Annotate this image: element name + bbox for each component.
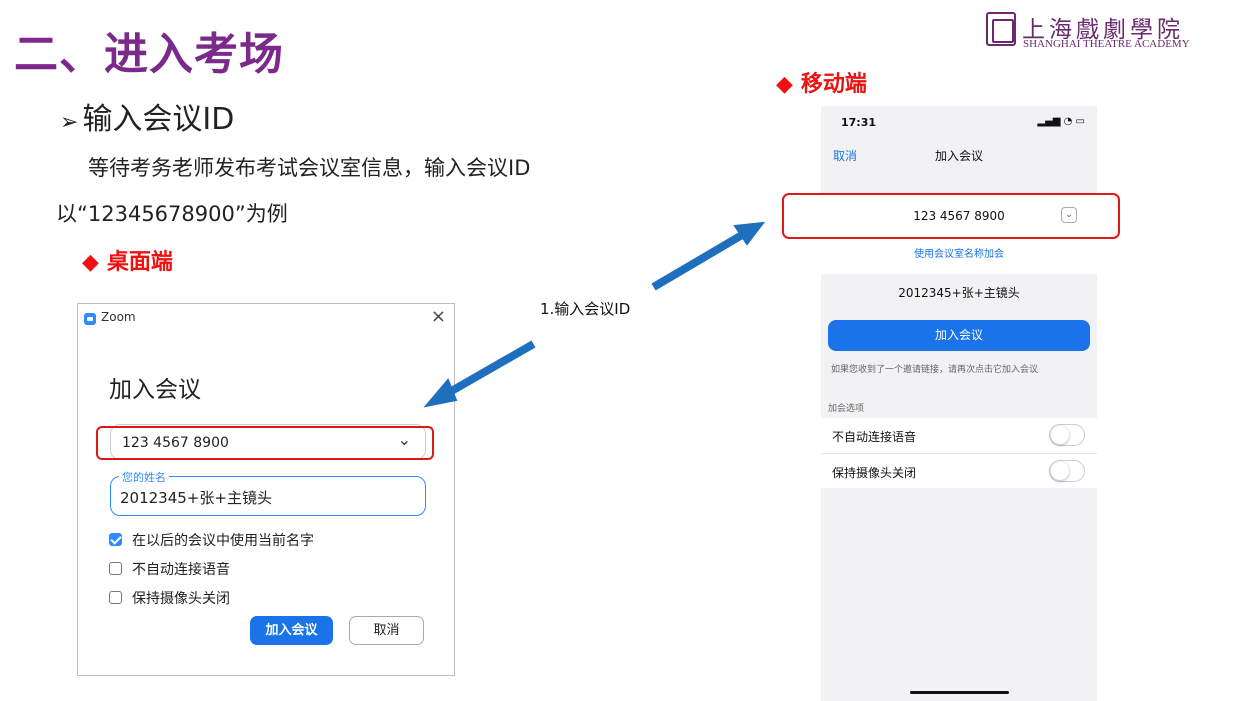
academy-logo: 上海戲劇學院 SHANGHAI THEATRE ACADEMY (986, 10, 1236, 52)
toggle-icon[interactable] (1049, 460, 1085, 482)
invite-hint: 如果您收到了一个邀请链接，请再次点击它加入会议 (831, 365, 1039, 375)
close-icon[interactable]: × (431, 307, 446, 327)
window-title: Zoom (101, 310, 136, 324)
option-label: 不自动连接语音 (832, 430, 917, 444)
arrow-label: 1.输入会议ID (540, 300, 631, 318)
zoom-logo-icon (84, 313, 96, 325)
checkbox-icon[interactable] (109, 562, 122, 575)
window-titlebar: Zoom × (78, 304, 454, 334)
option-video-off: 保持摄像头关闭 (821, 453, 1097, 488)
checkbox-icon[interactable] (109, 591, 122, 604)
desktop-zoom-dialog: Zoom × 加入会议 123 4567 8900 ⌄ 您的姓名 2012345… (77, 303, 455, 676)
desktop-section-label: ◆ 桌面端 (82, 244, 173, 276)
cancel-button[interactable]: 取消 (349, 616, 424, 645)
nav-title: 加入会议 (934, 149, 983, 163)
toggle-icon[interactable] (1049, 424, 1085, 446)
checkbox-label: 不自动连接语音 (132, 562, 230, 578)
triangle-bullet-icon: ➢ (60, 110, 79, 135)
mobile-meeting-id-highlight (782, 193, 1120, 239)
name-value: 2012345+张+主镜头 (120, 489, 272, 507)
mobile-label-text: 移动端 (800, 72, 867, 97)
arrow-icon (651, 221, 766, 291)
slide-title: 二、进入考场 (14, 29, 284, 80)
nav-cancel-button[interactable]: 取消 (833, 147, 857, 164)
checkbox-label: 在以后的会议中使用当前名字 (132, 533, 314, 549)
academy-seal-icon (986, 12, 1016, 46)
options-label: 加会选项 (828, 404, 865, 414)
bullet-heading: ➢ 输入会议ID (60, 94, 234, 138)
join-button[interactable]: 加入会议 (250, 616, 333, 645)
dialog-heading: 加入会议 (109, 377, 201, 403)
checkbox-icon[interactable] (109, 533, 122, 546)
status-time: 17:31 (841, 116, 877, 129)
name-input[interactable]: 2012345+张+主镜头 (821, 284, 1097, 301)
checkbox-label: 保持摄像头关闭 (132, 591, 230, 607)
status-icons: ▂▄▆ ◔ ▭ (1037, 116, 1085, 127)
name-input[interactable]: 您的姓名 2012345+张+主镜头 (110, 469, 426, 516)
intro-line-1: 等待考务老师发布考试会议室信息，输入会议ID (88, 156, 531, 180)
meeting-id-highlight (96, 426, 434, 460)
bullet-heading-text: 输入会议ID (82, 102, 235, 137)
home-indicator (910, 691, 1009, 694)
name-card: 2012345+张+主镜头 (821, 274, 1097, 308)
intro-line-2: 以“12345678900”为例 (56, 202, 288, 226)
logo-en-text: SHANGHAI THEATRE ACADEMY (1023, 38, 1190, 50)
option-label: 保持摄像头关闭 (832, 466, 917, 480)
options-list: 不自动连接语音 保持摄像头关闭 (821, 418, 1097, 488)
option-no-audio: 不自动连接语音 (821, 418, 1097, 453)
use-room-name-link[interactable]: 使用会议室名称加会 (821, 245, 1097, 260)
desktop-label-text: 桌面端 (106, 250, 173, 275)
mobile-section-label: ◆ 移动端 (776, 66, 867, 98)
diamond-icon: ◆ (776, 72, 793, 97)
join-button[interactable]: 加入会议 (828, 320, 1090, 351)
name-field-label: 您的姓名 (119, 469, 169, 485)
diamond-icon: ◆ (82, 250, 99, 275)
